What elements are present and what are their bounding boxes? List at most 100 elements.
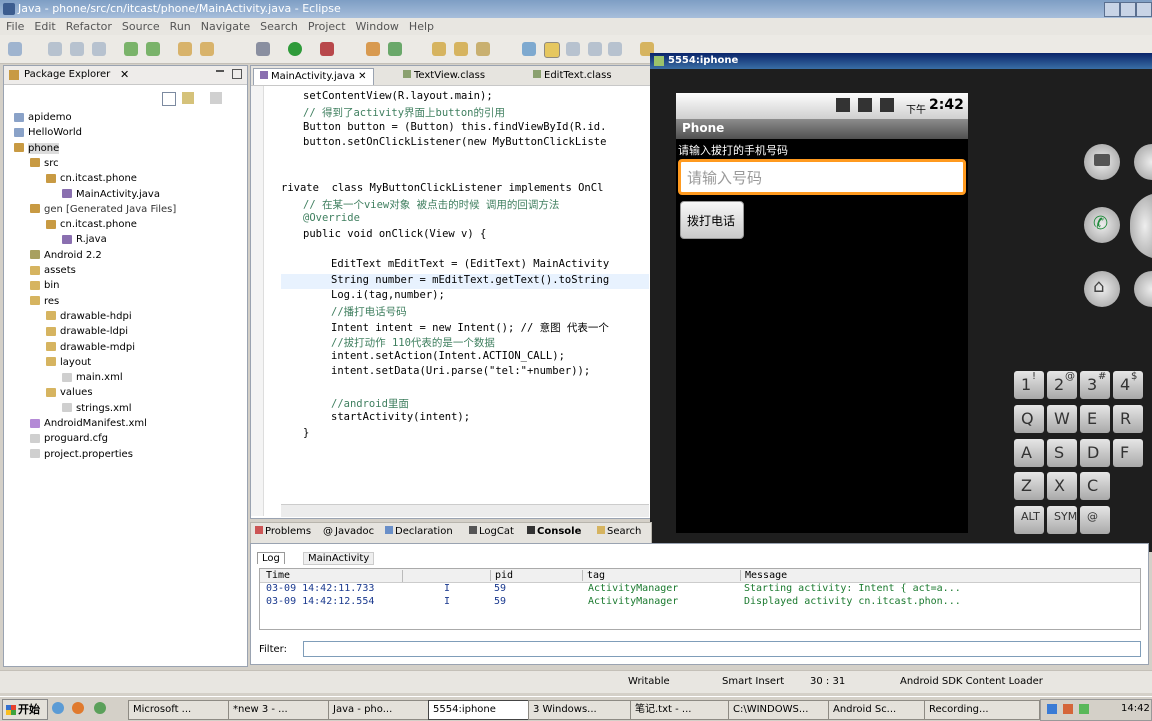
start-button[interactable]: 开始 (2, 699, 48, 720)
code-line[interactable]: startActivity(intent); (331, 411, 470, 423)
key-button[interactable]: R (1113, 405, 1143, 433)
new-class-icon[interactable] (388, 42, 402, 56)
tree-item[interactable]: assets (30, 263, 76, 278)
key-button[interactable]: F (1113, 439, 1143, 467)
code-line[interactable]: //android里面 (331, 396, 409, 411)
tray-network-icon[interactable] (1047, 704, 1057, 714)
paragraph-icon[interactable] (608, 42, 622, 56)
android-sdk-icon[interactable] (124, 42, 138, 56)
camera-button[interactable] (1084, 144, 1120, 180)
key-button[interactable]: S (1047, 439, 1077, 467)
tab-declaration[interactable]: Declaration (385, 526, 453, 537)
maximize-icon[interactable] (1120, 2, 1136, 17)
log-row[interactable]: 03-09 14:42:11.733 I 59 ActivityManager Star… (260, 583, 1140, 596)
tree-item[interactable]: drawable-ldpi (46, 324, 128, 339)
tree-item[interactable]: Android 2.2 (30, 248, 102, 263)
menu-source[interactable]: Source (122, 18, 160, 35)
collapse-all-icon[interactable] (162, 92, 176, 106)
taskbar-task[interactable]: Microsoft ... (128, 700, 232, 720)
package-explorer-title[interactable]: Package Explorer (24, 69, 110, 80)
menu-refactor[interactable]: Refactor (66, 18, 112, 35)
tab-console[interactable]: Console (527, 526, 581, 537)
menu-navigate[interactable]: Navigate (201, 18, 250, 35)
open-type-icon[interactable] (432, 42, 446, 56)
tree-item[interactable]: HelloWorld (14, 125, 82, 140)
link-with-editor-icon[interactable] (182, 92, 194, 104)
tree-item[interactable]: res (30, 294, 59, 309)
code-line[interactable]: public void onClick(View v) { (303, 228, 486, 240)
home-button[interactable]: ⌂ (1084, 271, 1120, 307)
key-button[interactable]: SYM (1047, 506, 1077, 534)
code-line[interactable]: Log.i(tag,number); (331, 289, 445, 301)
tab-javadoc[interactable]: @ Javadoc (323, 526, 374, 537)
code-line[interactable]: Intent intent = new Intent(); // 意图 代表一个 (331, 320, 609, 335)
taskbar-task[interactable]: 5554:iphone (428, 700, 532, 720)
volume-button[interactable] (1134, 144, 1152, 180)
show-whitespace-icon[interactable] (588, 42, 602, 56)
tab-textview-class[interactable]: TextView.class (397, 68, 491, 84)
key-button[interactable]: E (1080, 405, 1110, 433)
tab-search[interactable]: Search (597, 526, 641, 537)
code-line[interactable]: button.setOnClickListener(new MyButtonCl… (303, 136, 606, 148)
key-button[interactable]: 3 # (1080, 371, 1110, 399)
taskbar-task[interactable]: Recording... (924, 700, 1040, 720)
search-icon[interactable] (476, 42, 490, 56)
log-row[interactable]: 03-09 14:42:12.554 I 59 ActivityManager Disp… (260, 596, 1140, 609)
code-line[interactable]: } (303, 427, 309, 439)
tab-edittext-class[interactable]: EditText.class (527, 68, 618, 84)
phone-number-input[interactable]: 请输入号码 (678, 159, 966, 195)
tree-item[interactable]: bin (30, 278, 59, 293)
horizontal-scrollbar[interactable] (281, 504, 649, 517)
quicklaunch-media-icon[interactable] (72, 702, 84, 714)
tree-item[interactable]: proguard.cfg (30, 431, 108, 446)
close-view-icon[interactable]: ✕ (120, 68, 129, 81)
menu-edit[interactable]: Edit (34, 18, 55, 35)
tab-main-activity[interactable]: MainActivity.java ✕ (253, 68, 374, 85)
code-line[interactable]: // 在某一个view对象 被点击的时候 调用的回调方法 (303, 197, 559, 212)
code-line[interactable]: rivate class MyButtonClickListener imple… (281, 182, 603, 194)
col-message[interactable]: Message (740, 570, 787, 581)
key-button[interactable]: C (1080, 472, 1110, 500)
key-button[interactable]: Z (1014, 472, 1044, 500)
view-menu-icon[interactable] (210, 92, 222, 104)
taskbar-task[interactable]: Java - pho... (328, 700, 432, 720)
tray-volume-icon[interactable] (1063, 704, 1073, 714)
tree-item[interactable]: cn.itcast.phone (46, 171, 137, 186)
menu-run[interactable]: Run (170, 18, 191, 35)
new-package-icon[interactable] (366, 42, 380, 56)
menu-project[interactable]: Project (308, 18, 346, 35)
tree-item[interactable]: project.properties (30, 447, 133, 462)
save-icon[interactable] (48, 42, 62, 56)
tree-item[interactable]: cn.itcast.phone (46, 217, 137, 232)
code-line[interactable]: // 得到了activity界面上button的引用 (303, 105, 505, 120)
code-line[interactable]: intent.setAction(Intent.ACTION_CALL); (331, 350, 565, 362)
key-button[interactable]: @ (1080, 506, 1110, 534)
maximize-view-icon[interactable] (232, 69, 242, 79)
dpad[interactable] (1130, 193, 1152, 259)
code-area[interactable]: setContentView(R.layout.main); // 得到了acti… (251, 86, 649, 496)
taskbar-task[interactable]: 笔记.txt - ... (630, 700, 732, 720)
toggle-mark-icon[interactable] (522, 42, 536, 56)
code-line[interactable]: //拔打动作 110代表的是一个数据 (331, 335, 495, 350)
key-button[interactable]: 1! (1014, 371, 1044, 399)
tray-app-icon[interactable] (1079, 704, 1089, 714)
code-line[interactable]: setContentView(R.layout.main); (303, 90, 493, 102)
menu-file[interactable]: File (6, 18, 24, 35)
tree-item[interactable]: apidemo (14, 110, 72, 125)
menu-window[interactable]: Window (356, 18, 399, 35)
key-button[interactable]: X (1047, 472, 1077, 500)
minimize-icon[interactable] (1104, 2, 1120, 17)
highlight-icon[interactable] (544, 42, 560, 58)
tree-item[interactable]: R.java (62, 232, 107, 247)
code-line[interactable]: @Override (303, 212, 360, 224)
close-icon[interactable] (1136, 2, 1152, 17)
taskbar-task[interactable]: Android Sc... (828, 700, 928, 720)
code-line[interactable]: Button button = (Button) this.findViewBy… (303, 121, 606, 133)
code-line[interactable]: intent.setData(Uri.parse("tel:"+number))… (331, 365, 590, 377)
menu-search[interactable]: Search (260, 18, 298, 35)
code-line[interactable]: //播打电话号码 (331, 304, 407, 319)
col-tag[interactable]: tag (582, 570, 605, 581)
new-android-project-icon[interactable] (200, 42, 214, 56)
code-line[interactable]: String number = mEditText.getText().toSt… (331, 274, 609, 286)
tree-item[interactable]: drawable-mdpi (46, 340, 135, 355)
